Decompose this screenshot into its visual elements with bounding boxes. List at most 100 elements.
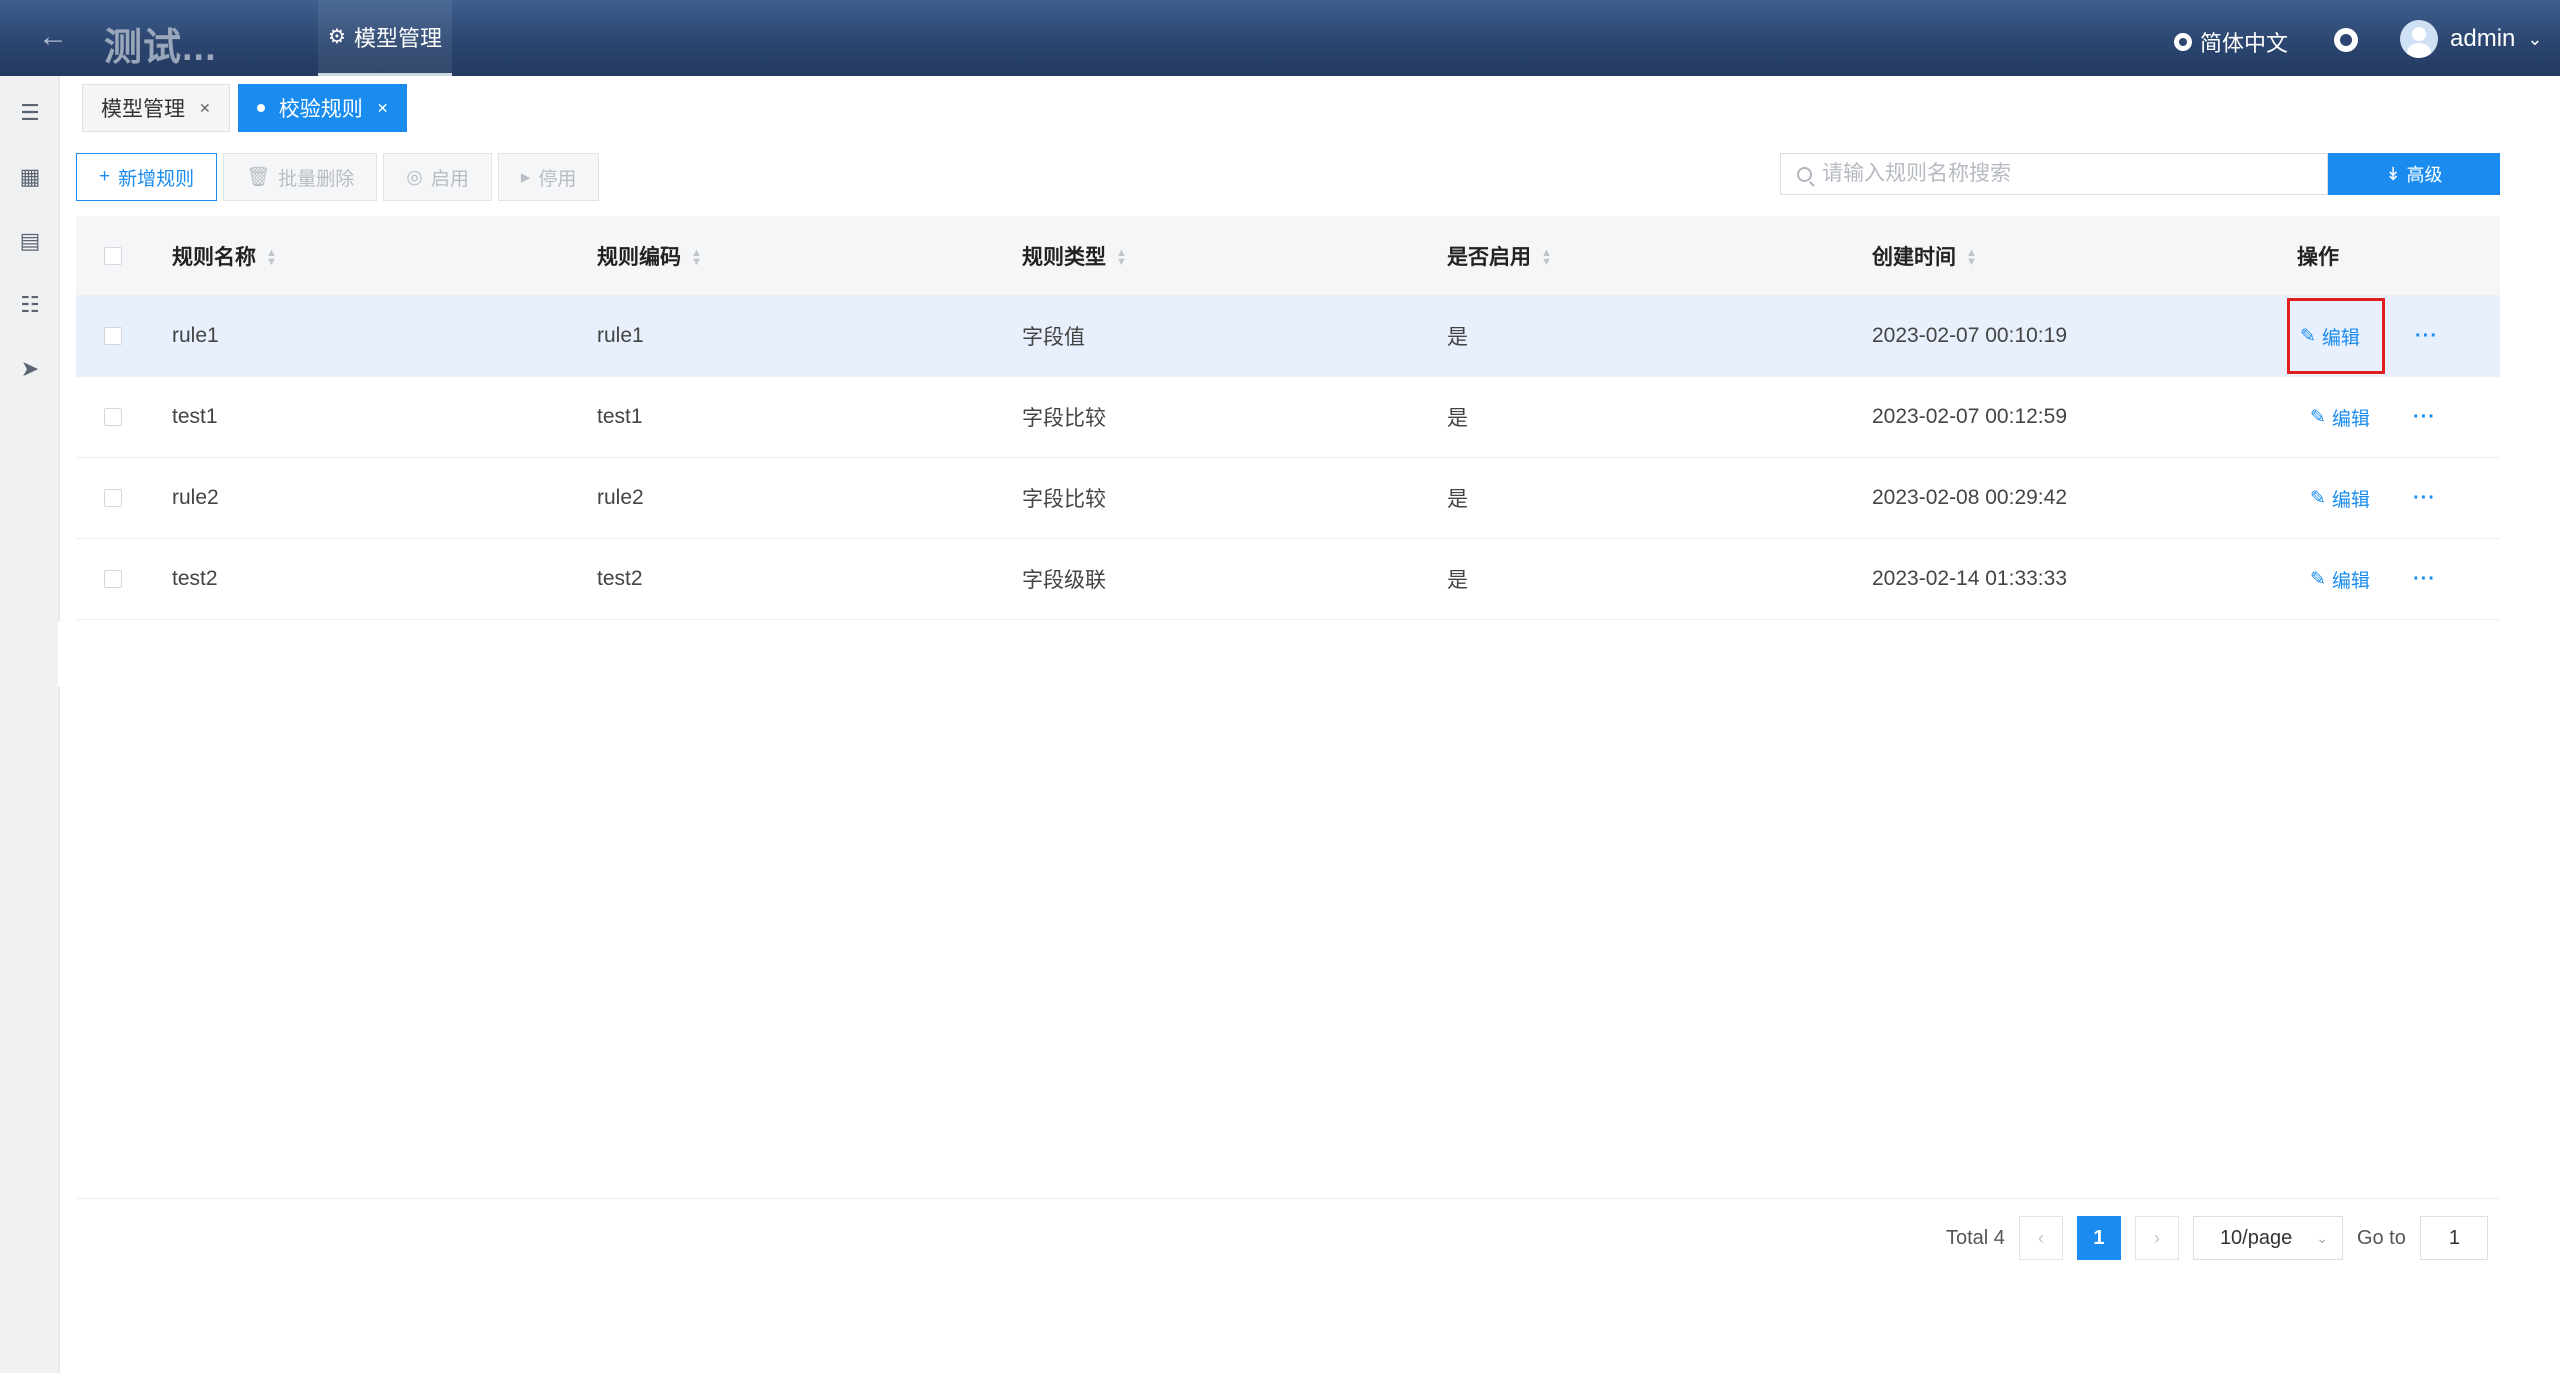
edit-button[interactable]: ✎ 编辑: [2297, 476, 2383, 521]
globe-icon: [2174, 33, 2192, 51]
disable-button[interactable]: ▸ 停用: [497, 153, 600, 201]
cell-enabled: 是: [1447, 488, 1468, 511]
enable-button[interactable]: ◎ 启用: [383, 153, 492, 201]
cell-enabled: 是: [1447, 569, 1468, 592]
advanced-search-button[interactable]: ↡ 高级: [2328, 153, 2500, 195]
edit-button[interactable]: ✎ 编辑: [2297, 395, 2383, 440]
edit-button[interactable]: ✎ 编辑: [2287, 298, 2385, 374]
user-menu[interactable]: admin ⌄: [2400, 20, 2542, 58]
gear-icon: ⚙: [328, 26, 346, 48]
sort-icon[interactable]: ▲ ▼: [266, 247, 277, 267]
help-icon[interactable]: [2334, 28, 2358, 52]
pencil-icon: ✎: [2310, 406, 2326, 428]
enable-label: 启用: [430, 168, 469, 190]
cell-created: 2023-02-14 01:33:33: [1872, 567, 2067, 590]
next-page-button[interactable]: ›: [2134, 1216, 2179, 1260]
page-tabs: 模型管理 ✕ 校验规则 ✕: [82, 84, 408, 132]
column-header-name[interactable]: 规则名称 ▲ ▼: [172, 241, 597, 271]
disable-label: 停用: [538, 168, 577, 190]
user-name: admin: [2450, 25, 2516, 52]
cell-created: 2023-02-07 00:10:19: [1872, 324, 2067, 347]
layers-icon[interactable]: ☰: [17, 100, 43, 126]
page-size-value: 10/page: [2219, 1226, 2293, 1249]
chevron-down-icon: ⌄: [2316, 1229, 2328, 1246]
select-all-checkbox[interactable]: [104, 246, 122, 265]
arrow-left-icon[interactable]: ←: [38, 22, 68, 52]
add-rule-label: 新增规则: [118, 168, 195, 190]
cell-type: 字段级联: [1022, 569, 1106, 592]
row-checkbox[interactable]: [104, 570, 122, 588]
cell-created: 2023-02-08 00:29:42: [1872, 486, 2067, 509]
close-icon[interactable]: ✕: [199, 100, 211, 117]
cell-name: test1: [172, 405, 218, 428]
play-icon: ▸: [520, 166, 531, 188]
document-icon[interactable]: ▤: [17, 228, 43, 254]
sort-icon[interactable]: ▲ ▼: [691, 247, 702, 267]
code-icon[interactable]: ▦: [17, 164, 43, 190]
page-number-current[interactable]: 1: [2076, 1216, 2121, 1260]
cell-created: 2023-02-07 00:12:59: [1872, 405, 2067, 428]
language-label: 简体中文: [2200, 31, 2289, 56]
double-chevron-down-icon: ↡: [2385, 163, 2401, 184]
edit-button[interactable]: ✎ 编辑: [2297, 557, 2383, 602]
cell-code: rule2: [597, 486, 644, 509]
search-input[interactable]: [1822, 162, 2302, 186]
goto-page-input[interactable]: 1: [2419, 1216, 2488, 1260]
sort-icon[interactable]: ▲ ▼: [1541, 247, 1552, 267]
add-rule-button[interactable]: + 新增规则: [76, 153, 218, 201]
row-checkbox[interactable]: [104, 327, 122, 345]
sort-icon[interactable]: ▲ ▼: [1966, 247, 1977, 267]
table-row[interactable]: rule1 rule1 字段值 是 2023-02-07 00:10:19 ✎ 编…: [76, 296, 2500, 377]
column-header-code[interactable]: 规则编码 ▲ ▼: [597, 241, 1022, 271]
row-checkbox[interactable]: [104, 408, 122, 426]
pencil-icon: ✎: [2300, 325, 2316, 347]
pagination-divider: [76, 1198, 2500, 1199]
table-row[interactable]: rule2 rule2 字段比较 是 2023-02-08 00:29:42 ✎…: [76, 458, 2500, 539]
more-actions-button[interactable]: ···: [2413, 568, 2436, 591]
language-selector[interactable]: 简体中文: [2174, 26, 2288, 58]
active-dot-icon: [256, 104, 265, 112]
column-header-created[interactable]: 创建时间 ▲ ▼: [1872, 241, 2297, 271]
app-title: 测试...: [104, 27, 217, 69]
cell-type: 字段值: [1022, 326, 1085, 349]
tab-validation-rules[interactable]: 校验规则 ✕: [237, 84, 408, 132]
more-actions-button[interactable]: ···: [2413, 487, 2436, 510]
table-row[interactable]: test1 test1 字段比较 是 2023-02-07 00:12:59 ✎…: [76, 377, 2500, 458]
cell-type: 字段比较: [1022, 407, 1106, 430]
send-icon[interactable]: ➤: [17, 356, 43, 382]
plus-icon: +: [99, 166, 111, 187]
table-row[interactable]: test2 test2 字段级联 是 2023-02-14 01:33:33 ✎…: [76, 539, 2500, 620]
pencil-icon: ✎: [2310, 568, 2326, 590]
nav-item-model-management[interactable]: ⚙ 模型管理: [318, 0, 452, 76]
cell-code: rule1: [597, 324, 644, 347]
chevron-down-icon: ⌄: [2527, 28, 2543, 49]
row-checkbox[interactable]: [104, 489, 122, 507]
nav-item-label: 模型管理: [353, 25, 442, 51]
cell-name: rule2: [172, 486, 219, 509]
apps-icon[interactable]: ☷: [17, 292, 43, 318]
page-size-select[interactable]: 10/page ⌄: [2192, 1216, 2343, 1260]
cell-type: 字段比较: [1022, 488, 1106, 511]
tab-label: 校验规则: [278, 98, 363, 121]
more-actions-button[interactable]: ···: [2415, 325, 2438, 348]
pagination: Total 4 ‹ 1 › 10/page ⌄ Go to 1: [1946, 1216, 2488, 1260]
rules-table: 规则名称 ▲ ▼ 规则编码 ▲ ▼ 规则类型 ▲ ▼ 是否启用 ▲ ▼ 创建时间 ▲ ▼ 操作 ru…: [76, 216, 2500, 620]
column-header-enabled[interactable]: 是否启用 ▲ ▼: [1447, 241, 1872, 271]
table-header: 规则名称 ▲ ▼ 规则编码 ▲ ▼ 规则类型 ▲ ▼ 是否启用 ▲ ▼ 创建时间 ▲ ▼ 操作: [76, 216, 2500, 296]
prev-page-button[interactable]: ‹: [2018, 1216, 2063, 1260]
advanced-label: 高级: [2406, 165, 2443, 185]
more-actions-button[interactable]: ···: [2413, 406, 2436, 429]
cell-code: test2: [597, 567, 643, 590]
trash-icon: 🗑: [246, 167, 271, 188]
total-count: Total 4: [1946, 1226, 2005, 1249]
pencil-icon: ✎: [2310, 487, 2326, 509]
cell-enabled: 是: [1447, 326, 1468, 349]
goto-label: Go to: [2356, 1226, 2406, 1249]
tab-model-management[interactable]: 模型管理 ✕: [82, 84, 230, 132]
sort-icon[interactable]: ▲ ▼: [1116, 247, 1127, 267]
search-icon: [1797, 166, 1812, 182]
close-icon[interactable]: ✕: [377, 100, 389, 117]
column-header-actions: 操作: [2297, 245, 2339, 269]
batch-delete-button[interactable]: 🗑 批量删除: [223, 153, 378, 201]
column-header-type[interactable]: 规则类型 ▲ ▼: [1022, 241, 1447, 271]
